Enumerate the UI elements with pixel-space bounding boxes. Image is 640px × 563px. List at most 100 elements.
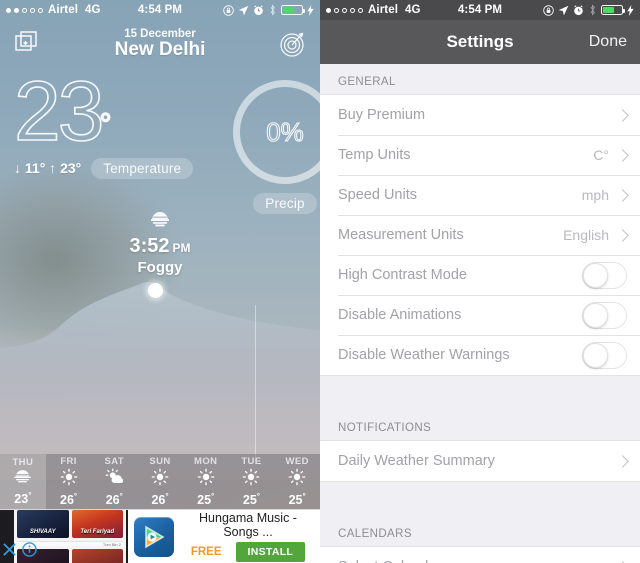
current-temperature: 23: [13, 64, 105, 158]
sun-icon: [197, 468, 215, 491]
section-gap: [320, 482, 640, 516]
charging-bolt-icon: [627, 4, 634, 16]
daily-forecast-strip[interactable]: THU 23° FRI 26° SAT 26° SUN 26° MON 25° TUE 25° WED 2…: [0, 454, 320, 509]
page-title: Settings: [446, 32, 514, 51]
forecast-day-label: MON: [194, 455, 218, 467]
temperature-pill[interactable]: Temperature: [91, 157, 194, 179]
ad-controls[interactable]: [2, 541, 37, 562]
ad-art-tile: Teri Fariyad: [71, 510, 123, 538]
forecast-day-temp: 26°: [105, 491, 123, 508]
status-icons: [223, 4, 314, 16]
settings-row-daily-weather-summary[interactable]: Daily Weather Summary: [320, 441, 640, 481]
forecast-day-thu[interactable]: THU 23°: [0, 454, 46, 509]
chevron-right-icon: [616, 188, 629, 202]
bluetooth-icon: [268, 4, 277, 16]
forecast-day-temp: 25°: [288, 491, 306, 508]
precip-widget[interactable]: 0% Precip: [226, 80, 320, 214]
current-time: 3:52 PM: [0, 235, 320, 258]
settings-row-label: Disable Animations: [338, 307, 462, 323]
ad-art-title: Teri Fariyad: [80, 528, 115, 535]
forecast-day-label: SAT: [104, 455, 125, 467]
current-condition: Foggy: [137, 259, 183, 276]
rotation-lock-icon: [223, 4, 234, 16]
location-arrow-icon: [238, 5, 249, 16]
settings-row-measurement-units[interactable]: Measurement Units English: [320, 215, 640, 255]
install-button[interactable]: INSTALL: [235, 542, 306, 563]
forecast-day-temp: 23°: [14, 490, 32, 507]
ad-title: Hungama Music - Songs ...: [199, 510, 297, 539]
settings-row-label: Disable Weather Warnings: [338, 347, 510, 363]
toggle-switch[interactable]: [582, 261, 627, 289]
forecast-day-tue[interactable]: TUE 25°: [229, 454, 275, 509]
toggle-switch[interactable]: [582, 341, 627, 369]
status-icons: [543, 4, 634, 16]
low-high-temps: ↓ 11° ↑ 23°: [14, 160, 82, 177]
location-arrow-icon: [558, 5, 569, 16]
network-label: 4G: [405, 4, 421, 16]
settings-row-value: mph: [581, 187, 609, 203]
toggle-switch[interactable]: [582, 301, 627, 329]
battery-icon: [281, 5, 305, 15]
play-triangle-icon: [134, 516, 174, 557]
precip-ring: 0%: [233, 80, 320, 184]
settings-row-select-calendars[interactable]: Select Calendars: [320, 547, 640, 563]
status-bar-left: Airtel 4G 4:54 PM: [0, 0, 320, 20]
forecast-day-temp: 25°: [242, 491, 260, 508]
city-name: New Delhi: [114, 38, 206, 60]
sun-cloud-icon: [105, 468, 124, 491]
bluetooth-icon: [588, 4, 597, 16]
settings-row-high-contrast-mode[interactable]: High Contrast Mode: [320, 255, 640, 295]
forecast-day-mon[interactable]: MON 25°: [183, 454, 229, 509]
weather-header: 15 December New Delhi: [0, 20, 320, 68]
weather-app-pane: Airtel 4G 4:54 PM 15 December New Delhi …: [0, 0, 320, 563]
forecast-day-label: FRI: [60, 455, 77, 467]
locate-target-button[interactable]: [278, 29, 308, 59]
forecast-day-wed[interactable]: WED 25°: [274, 454, 320, 509]
add-location-button[interactable]: [12, 29, 42, 59]
forecast-day-temp: 25°: [197, 491, 215, 508]
done-button[interactable]: Done: [589, 33, 627, 51]
current-conditions: 23° ↓ 11° ↑ 23° Temperature 0% Precip: [0, 64, 320, 214]
alarm-clock-icon: [253, 4, 264, 16]
close-icon[interactable]: [2, 542, 17, 562]
ad-price: FREE: [190, 546, 222, 559]
forecast-day-temp: 26°: [151, 491, 169, 508]
sun-icon: [242, 468, 260, 491]
settings-row-buy-premium[interactable]: Buy Premium: [320, 95, 640, 135]
graph-point-marker[interactable]: [148, 283, 163, 298]
forecast-day-label: WED: [285, 455, 309, 467]
ad-caption-right: Tum Bin 2: [102, 541, 121, 547]
settings-group: Buy Premium Temp Units C° Speed Units mph Mea…: [320, 94, 640, 376]
section-header-notifications: NOTIFICATIONS: [320, 410, 640, 440]
forecast-day-temp: 26°: [60, 491, 78, 508]
alarm-clock-icon: [573, 4, 584, 16]
settings-row-value: English: [563, 227, 609, 243]
ad-banner[interactable]: SHIVAAY Teri Fariyad Tum Bin 2 Hungama M…: [0, 509, 320, 563]
forecast-day-sun[interactable]: SUN 26°: [137, 454, 183, 509]
chevron-right-icon: [616, 228, 629, 242]
settings-row-disable-animations[interactable]: Disable Animations: [320, 295, 640, 335]
settings-row-temp-units[interactable]: Temp Units C°: [320, 135, 640, 175]
forecast-date: 15 December: [124, 27, 196, 40]
settings-row-value: C°: [593, 147, 609, 163]
settings-row-label: High Contrast Mode: [338, 267, 467, 283]
ad-thumbnail: SHIVAAY Teri Fariyad Tum Bin 2: [0, 510, 128, 563]
info-icon[interactable]: [22, 541, 37, 562]
precip-pill[interactable]: Precip: [253, 193, 317, 214]
settings-row-speed-units[interactable]: Speed Units mph: [320, 175, 640, 215]
dual-screenshot: Airtel 4G 4:54 PM 15 December New Delhi …: [0, 0, 640, 563]
settings-row-label: Speed Units: [338, 187, 417, 203]
forecast-day-fri[interactable]: FRI 26°: [46, 454, 92, 509]
forecast-day-label: THU: [12, 456, 34, 468]
status-bar-right: Airtel 4G 4:54 PM: [320, 0, 640, 20]
settings-row-label: Measurement Units: [338, 227, 464, 243]
fog-icon: [0, 212, 320, 233]
current-time-block: 3:52 PM Foggy: [0, 212, 320, 298]
section-header-general: GENERAL: [320, 64, 640, 94]
current-time-meridiem: PM: [172, 241, 191, 255]
forecast-day-label: TUE: [241, 455, 262, 467]
settings-row-disable-weather-warnings[interactable]: Disable Weather Warnings: [320, 335, 640, 375]
forecast-day-sat[interactable]: SAT 26°: [91, 454, 137, 509]
settings-row-label: Select Calendars: [338, 559, 618, 563]
sun-icon: [288, 468, 306, 491]
